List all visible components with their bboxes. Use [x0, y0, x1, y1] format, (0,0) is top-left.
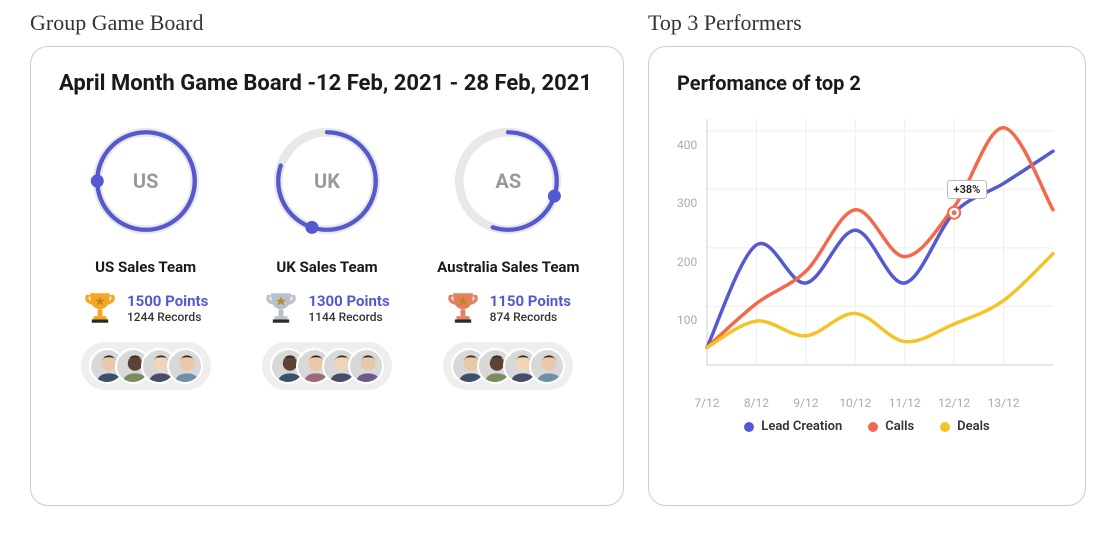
- trophy-row: 1300 Points 1144 Records: [264, 290, 389, 326]
- trophy-row: 1500 Points 1244 Records: [83, 290, 208, 326]
- progress-ring: AS: [443, 116, 573, 246]
- x-tick: 11/12: [889, 396, 921, 410]
- avatar: [167, 348, 203, 384]
- team-code: AS: [443, 116, 573, 246]
- x-tick: 10/12: [839, 396, 871, 410]
- legend-dot-icon: [940, 422, 950, 432]
- avatar-group: [443, 342, 573, 390]
- chart-title: Perfomance of top 2: [677, 71, 1057, 95]
- legend-label: Calls: [885, 419, 914, 434]
- x-tick: 12/12: [938, 396, 970, 410]
- team-code: UK: [262, 116, 392, 246]
- legend-item: Lead Creation: [744, 419, 842, 434]
- chart-tooltip: +38%: [947, 180, 988, 199]
- y-tick: 200: [677, 255, 697, 269]
- performance-chart: 1002003004007/128/129/1210/1211/1212/121…: [677, 105, 1057, 405]
- team-card: UK UK Sales Team 1300 Points 1144 Record…: [240, 116, 413, 390]
- legend-dot-icon: [744, 422, 754, 432]
- avatar-group: [262, 342, 392, 390]
- y-tick: 400: [677, 138, 697, 152]
- legend-item: Calls: [868, 419, 914, 434]
- x-tick: 8/12: [744, 396, 769, 410]
- points-value: 1500 Points: [127, 292, 208, 310]
- team-card: AS Australia Sales Team 1150 Points 874 …: [422, 116, 595, 390]
- game-board-card: April Month Game Board -12 Feb, 2021 - 2…: [30, 46, 624, 506]
- legend-label: Lead Creation: [761, 419, 842, 434]
- team-card: US US Sales Team 1500 Points 1244 Record…: [59, 116, 232, 390]
- records-value: 874 Records: [490, 310, 558, 324]
- y-tick: 300: [677, 196, 697, 210]
- right-section-heading: Top 3 Performers: [648, 10, 1086, 36]
- team-name: UK Sales Team: [276, 258, 377, 276]
- progress-ring: US: [81, 116, 211, 246]
- left-section-heading: Group Game Board: [30, 10, 624, 36]
- board-title: April Month Game Board -12 Feb, 2021 - 2…: [59, 71, 595, 96]
- legend-dot-icon: [868, 422, 878, 432]
- trophy-icon: [446, 290, 480, 326]
- points-value: 1300 Points: [308, 292, 389, 310]
- avatar: [529, 348, 565, 384]
- chart-legend: Lead Creation Calls Deals: [677, 419, 1057, 434]
- avatar: [348, 348, 384, 384]
- y-tick: 100: [677, 313, 697, 327]
- trophy-icon: [83, 290, 117, 326]
- team-name: Australia Sales Team: [437, 258, 579, 276]
- legend-label: Deals: [957, 419, 990, 434]
- team-name: US Sales Team: [95, 258, 196, 276]
- team-code: US: [81, 116, 211, 246]
- avatar-group: [81, 342, 211, 390]
- x-tick: 7/12: [694, 396, 719, 410]
- trophy-row: 1150 Points 874 Records: [446, 290, 571, 326]
- progress-ring: UK: [262, 116, 392, 246]
- trophy-icon: [264, 290, 298, 326]
- legend-item: Deals: [940, 419, 990, 434]
- records-value: 1244 Records: [127, 310, 201, 324]
- records-value: 1144 Records: [308, 310, 382, 324]
- x-tick: 13/12: [988, 396, 1020, 410]
- x-tick: 9/12: [793, 396, 818, 410]
- performance-card: Perfomance of top 2 100 200 300 400 7/12 8/12…: [648, 46, 1086, 506]
- points-value: 1150 Points: [490, 292, 571, 310]
